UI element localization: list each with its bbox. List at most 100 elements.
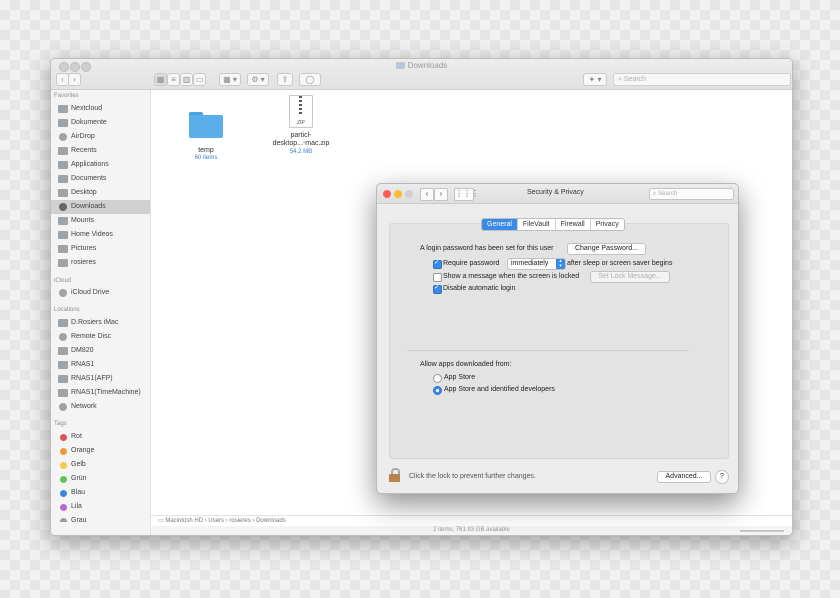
folder-icon[interactable] [189, 112, 223, 138]
show-message-checkbox[interactable] [433, 273, 442, 282]
set-lock-message-button[interactable]: Set Lock Message... [590, 271, 670, 283]
sidebar-tag-orange[interactable]: Orange [51, 444, 150, 458]
icon-view-button[interactable]: ▦ [154, 73, 167, 86]
sidebar-item-downloads[interactable]: Downloads [51, 200, 150, 214]
sidebar-item-applications[interactable]: Applications [51, 158, 150, 172]
tag-dot-icon [60, 518, 67, 522]
app-store-label: App Store [444, 374, 476, 381]
tab-bar: General FileVault Firewall Privacy [481, 218, 625, 231]
folder-icon [395, 62, 405, 69]
sidebar-item-rnas1[interactable]: RNAS1 [51, 358, 150, 372]
sidebar-tag-grau[interactable]: Grau [51, 514, 150, 522]
folder-icon [58, 119, 68, 127]
sidebar-item-nextcloud[interactable]: Nextcloud [51, 102, 150, 116]
sidebar-item-airdrop[interactable]: AirDrop [51, 130, 150, 144]
column-view-button[interactable]: ▥ [180, 73, 193, 86]
file-name-line1[interactable]: particl- [266, 132, 336, 139]
file-name-line2[interactable]: desktop...-mac.zip [266, 140, 336, 147]
path-bar: ▭ Macintosh HD › Users › rosieres › Down… [151, 515, 792, 526]
sidebar-item-network[interactable]: Network [51, 400, 150, 414]
sidebar-item-documents[interactable]: Documents [51, 172, 150, 186]
app-store-identified-radio[interactable] [433, 386, 442, 395]
file-subtitle: 60 items [194, 155, 218, 161]
chevron-updown-icon: ▴ ▾ [556, 259, 565, 269]
sidebar-item-mounts[interactable]: Mounts [51, 214, 150, 228]
camera-icon [58, 245, 68, 253]
sidebar-header-tags: Tags [54, 421, 67, 427]
sidebar-tag-gruen[interactable]: Grün [51, 472, 150, 486]
sidebar-tag-lila[interactable]: Lila [51, 500, 150, 514]
tags-button[interactable]: ◯ [299, 73, 321, 86]
gallery-view-button[interactable]: ▭ [193, 73, 206, 86]
tab-filevault[interactable]: FileVault [518, 219, 556, 230]
sidebar-tag-gelb[interactable]: Gelb [51, 458, 150, 472]
require-password-label: Require password [443, 260, 500, 267]
sidebar-item-rosieres[interactable]: rosieres [51, 256, 150, 270]
status-bar: 2 items, 761.93 GB available [151, 526, 792, 535]
file-name[interactable]: temp [181, 147, 231, 154]
icon-size-slider[interactable] [740, 530, 784, 532]
sidebar-item-rnas1-afp[interactable]: RNAS1(AFP) [51, 372, 150, 386]
list-view-button[interactable]: ≡ [167, 73, 180, 86]
tag-dot-icon [60, 448, 67, 455]
sidebar-item-recents[interactable]: Recents [51, 144, 150, 158]
airdrop-icon [59, 133, 67, 141]
cloud-icon [59, 289, 67, 297]
app-store-radio[interactable] [433, 374, 442, 383]
disable-auto-login-checkbox[interactable] [433, 283, 442, 294]
sidebar-item-icloud-drive[interactable]: iCloud Drive [51, 286, 150, 300]
tab-firewall[interactable]: Firewall [556, 219, 591, 230]
sidebar: Favorites Nextcloud Dokumente AirDrop Re… [51, 90, 151, 535]
zip-file-icon[interactable]: ZIP [289, 95, 313, 128]
sidebar-header-locations: Locations [54, 307, 80, 313]
sidebar-item-pictures[interactable]: Pictures [51, 242, 150, 256]
lock-icon[interactable] [389, 468, 400, 482]
group-button[interactable]: ▦ ▾ [219, 73, 241, 86]
clock-icon [58, 147, 68, 155]
advanced-button[interactable]: Advanced... [657, 471, 711, 483]
sidebar-item-rnas1-timemachine[interactable]: RNAS1(TimeMachine) [51, 386, 150, 400]
disable-auto-login-label: Disable automatic login [443, 285, 516, 292]
change-password-button[interactable]: Change Password... [567, 243, 646, 255]
file-subtitle: 54.2 MB [289, 149, 313, 155]
show-all-grid-icon[interactable]: ⋮⋮⋮ [454, 188, 479, 201]
close-button[interactable] [383, 190, 391, 198]
sidebar-item-dokumente[interactable]: Dokumente [51, 116, 150, 130]
finder-title: Downloads [51, 61, 792, 70]
sidebar-item-home-videos[interactable]: Home Videos [51, 228, 150, 242]
sidebar-item-imac[interactable]: D.Rosiers iMac [51, 316, 150, 330]
sidebar-tag-blau[interactable]: Blau [51, 486, 150, 500]
finder-search-input[interactable]: ⌕ Search [613, 73, 791, 86]
sidebar-item-dm820[interactable]: DM820 [51, 344, 150, 358]
sidebar-item-remote-disc[interactable]: Remote Disc [51, 330, 150, 344]
computer-icon [58, 319, 68, 327]
require-password-checkbox[interactable] [433, 258, 442, 269]
document-icon [58, 175, 68, 183]
server-icon [58, 389, 68, 397]
folder-icon [58, 105, 68, 113]
require-password-select[interactable]: immediately ▴ ▾ [507, 258, 566, 270]
tab-general[interactable]: General [482, 219, 518, 230]
forward-button[interactable]: › [434, 188, 448, 201]
forward-button[interactable]: › [68, 73, 81, 86]
sidebar-item-desktop[interactable]: Desktop [51, 186, 150, 200]
path-item[interactable]: Downloads [256, 518, 286, 524]
zoom-button[interactable] [405, 190, 413, 198]
prefs-search-input[interactable]: ⌕ Search [649, 188, 734, 200]
path-item[interactable]: rosieres [229, 518, 250, 524]
sidebar-header-favorites: Favorites [54, 93, 79, 99]
path-item[interactable]: Macintosh HD [165, 518, 203, 524]
action-gear-icon[interactable]: ⚙ ▾ [247, 73, 269, 86]
minimize-button[interactable] [394, 190, 402, 198]
tag-dot-icon [60, 434, 67, 441]
path-item[interactable]: Users [208, 518, 224, 524]
tab-privacy[interactable]: Privacy [591, 219, 624, 230]
back-button[interactable]: ‹ [420, 188, 434, 201]
dropbox-icon[interactable]: ✦ ▾ [583, 73, 607, 86]
folder-icon [58, 217, 68, 225]
share-icon[interactable]: ⇪ [277, 73, 293, 86]
sidebar-tag-rot[interactable]: Rot [51, 430, 150, 444]
desktop-icon [58, 189, 68, 197]
help-button[interactable]: ? [715, 470, 729, 484]
sidebar-header-icloud: iCloud [54, 278, 72, 284]
